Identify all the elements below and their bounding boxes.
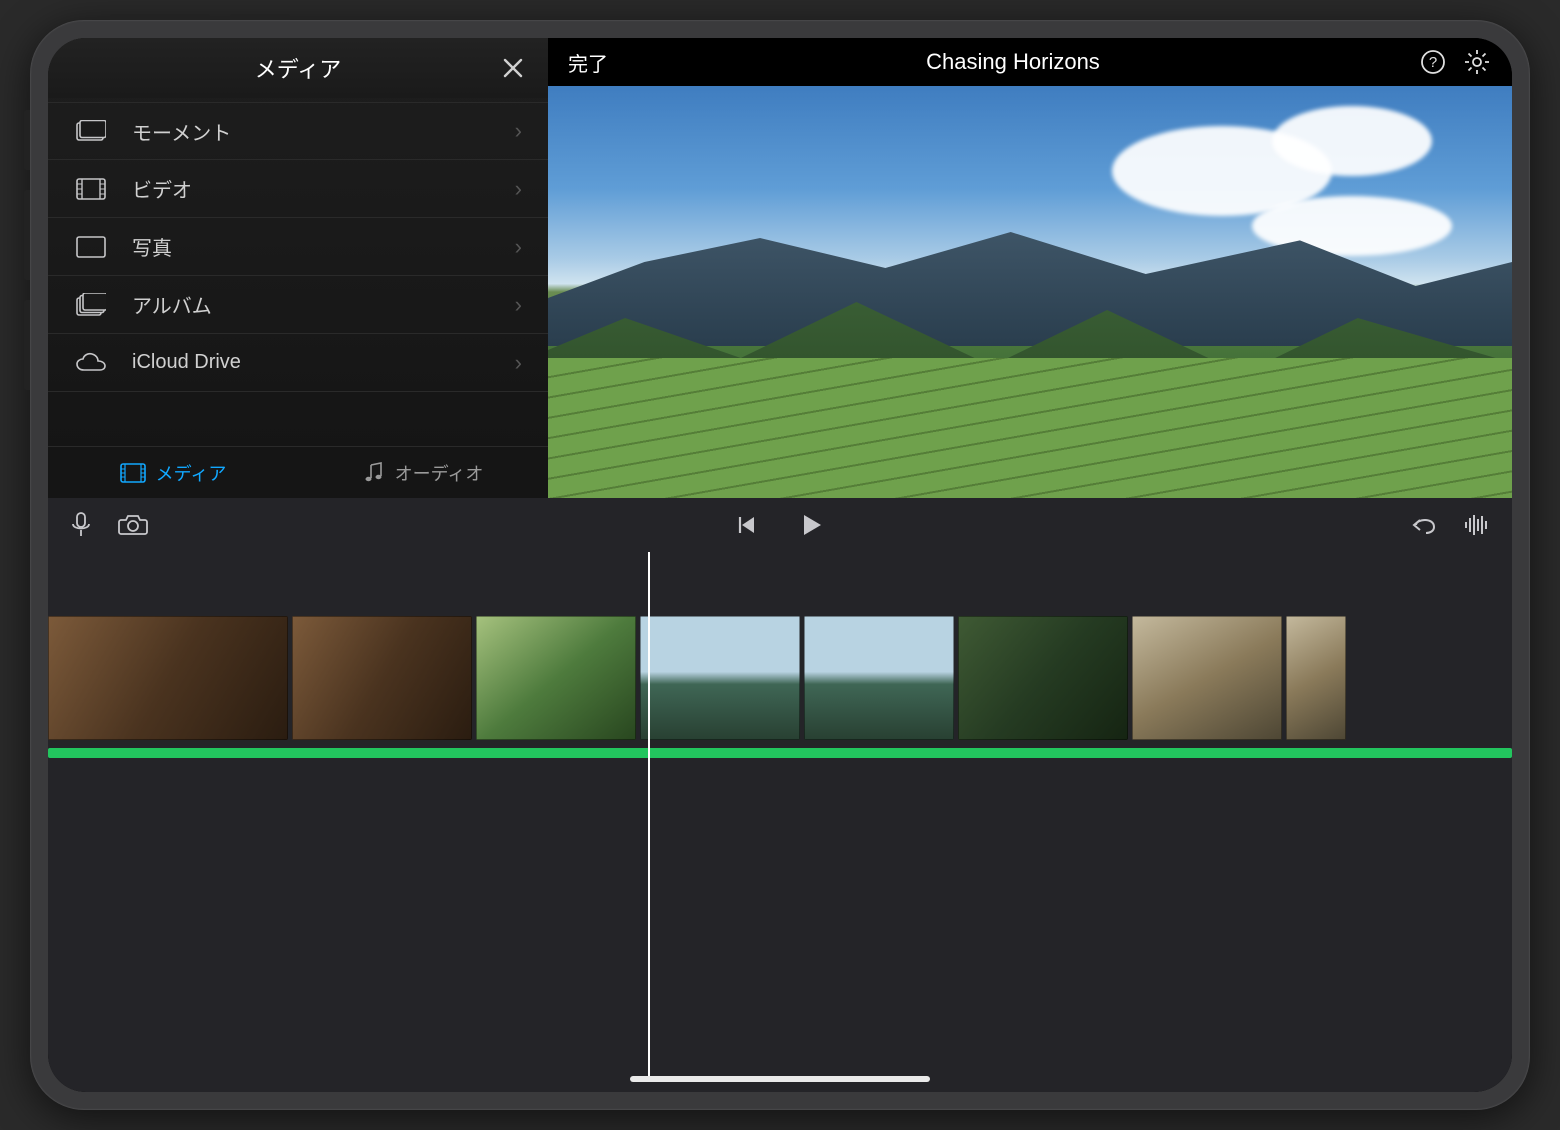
timeline-clip[interactable] (48, 616, 288, 740)
svg-text:?: ? (1429, 54, 1437, 71)
chevron-right-icon: › (515, 292, 522, 318)
preview-header: 完了 Chasing Horizons ? (548, 38, 1512, 86)
help-button[interactable]: ? (1418, 47, 1448, 77)
media-item-moments[interactable]: モーメント › (48, 102, 548, 160)
timeline-clip[interactable] (1132, 616, 1282, 740)
play-button[interactable] (801, 513, 823, 537)
record-voiceover-button[interactable] (70, 512, 92, 538)
timeline-clip[interactable] (1286, 616, 1346, 740)
media-item-album[interactable]: アルバム › (48, 276, 548, 334)
video-icon (74, 178, 108, 200)
timeline-clip[interactable] (476, 616, 636, 740)
clip-track[interactable] (48, 616, 1512, 740)
ipad-frame: メディア モーメント › (30, 20, 1530, 1110)
timeline-clip[interactable] (640, 616, 800, 740)
media-item-video[interactable]: ビデオ › (48, 160, 548, 218)
media-tabs: メディア オーディオ (48, 446, 548, 498)
media-item-photo[interactable]: 写真 › (48, 218, 548, 276)
camera-button[interactable] (118, 514, 148, 536)
media-item-icloud-drive[interactable]: iCloud Drive › (48, 334, 548, 392)
timeline-clip[interactable] (292, 616, 472, 740)
tab-audio[interactable]: オーディオ (298, 447, 548, 498)
tab-media[interactable]: メディア (48, 447, 298, 498)
timeline-toolbar (48, 498, 1512, 552)
home-indicator[interactable] (630, 1076, 930, 1082)
album-icon (74, 293, 108, 317)
media-item-label: アルバム (132, 290, 491, 319)
video-preview[interactable] (548, 86, 1512, 498)
filmstrip-icon (120, 463, 146, 483)
tab-audio-label: オーディオ (395, 460, 484, 486)
close-button[interactable] (502, 57, 524, 79)
media-panel: メディア モーメント › (48, 38, 548, 498)
media-item-label: モーメント (132, 117, 491, 146)
undo-button[interactable] (1410, 515, 1438, 535)
media-item-label: 写真 (132, 232, 491, 261)
media-panel-title: メディア (255, 52, 341, 84)
chevron-right-icon: › (515, 350, 522, 376)
cloud-icon (74, 352, 108, 374)
done-button[interactable]: 完了 (568, 48, 608, 77)
chevron-right-icon: › (515, 118, 522, 144)
timeline-clip[interactable] (958, 616, 1128, 740)
preview-pane: 完了 Chasing Horizons ? (548, 38, 1512, 498)
audio-track[interactable] (48, 748, 1512, 758)
app-screen: メディア モーメント › (48, 38, 1512, 1092)
media-item-label: iCloud Drive (132, 351, 491, 374)
chevron-right-icon: › (515, 176, 522, 202)
settings-button[interactable] (1462, 47, 1492, 77)
media-item-label: ビデオ (132, 174, 491, 203)
timeline-clip[interactable] (804, 616, 954, 740)
moments-icon (74, 120, 108, 142)
playhead[interactable] (648, 552, 650, 1082)
photo-icon (74, 236, 108, 258)
tab-media-label: メディア (156, 460, 227, 486)
project-title: Chasing Horizons (622, 49, 1404, 75)
chevron-right-icon: › (515, 234, 522, 260)
media-source-list: モーメント › ビデオ › 写真 (48, 98, 548, 446)
skip-back-button[interactable] (737, 515, 757, 535)
media-panel-header: メディア (48, 38, 548, 98)
music-note-icon (363, 462, 385, 484)
timeline[interactable] (48, 552, 1512, 1092)
audio-waveform-button[interactable] (1464, 514, 1490, 536)
